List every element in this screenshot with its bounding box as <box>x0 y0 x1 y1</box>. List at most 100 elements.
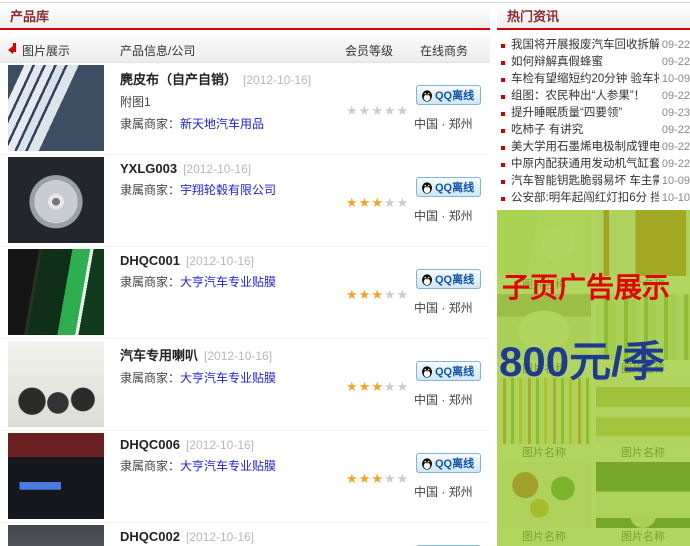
news-date: 10-09 <box>659 173 690 190</box>
hot-news-panel: 热门资讯 我国将开展报废汽车回收拆解09-22 如何辩解真假蜂蜜09-22 车检… <box>497 6 690 212</box>
ad-zone: 图片名称 图片名称 图片名称 图片名称 图片名称 图片名称 图片名称 图片名称 … <box>497 210 690 546</box>
qq-penguin-icon <box>421 365 433 378</box>
product-date: [2012-10-16] <box>183 162 251 176</box>
news-link[interactable]: 吃柿子 有讲究 <box>511 122 659 139</box>
merchant-label: 隶属商家： <box>120 117 180 131</box>
table-row: 麂皮布（自产自销）[2012-10-16] 附图1 隶属商家：新天地汽车用品 ★… <box>0 63 490 155</box>
product-info: 麂皮布（自产自销）[2012-10-16] 附图1 隶属商家：新天地汽车用品 <box>120 69 340 132</box>
qq-contact-button[interactable]: QQ离线 <box>416 85 481 105</box>
list-item: 美大学用石墨烯电极制成锂电09-22 <box>497 139 690 156</box>
qq-contact-button[interactable]: QQ离线 <box>416 361 481 381</box>
product-photo[interactable] <box>8 157 104 243</box>
merchant-link[interactable]: 大亨汽车专业贴膜 <box>180 459 276 473</box>
news-link[interactable]: 组图：农民种出“人参果”！ <box>511 88 659 105</box>
bullet-icon <box>501 112 505 116</box>
qq-penguin-icon <box>421 273 433 286</box>
product-photo[interactable] <box>8 65 104 151</box>
qq-contact-button[interactable]: QQ离线 <box>416 453 481 473</box>
list-item: 如何辩解真假蜂蜜09-22 <box>497 54 690 71</box>
list-item: 提升睡眠质量“四要领”09-23 <box>497 105 690 122</box>
qq-status-label: QQ离线 <box>435 455 474 471</box>
qq-penguin-icon <box>421 457 433 470</box>
column-info: 产品信息/公司 <box>120 42 195 59</box>
ad-price: 800元/季 <box>499 328 665 389</box>
product-library-title: 产品库 <box>0 6 490 30</box>
news-date: 10-09 <box>659 71 690 88</box>
merchant-label: 隶属商家： <box>120 275 180 289</box>
product-date: [2012-10-16] <box>243 73 311 87</box>
product-location: 中国 · 郑州 <box>414 391 473 408</box>
bullet-icon <box>501 78 505 82</box>
news-date: 09-22 <box>659 122 690 139</box>
product-title[interactable]: DHQC001 <box>120 253 180 268</box>
qq-contact-button[interactable]: QQ离线 <box>416 177 481 197</box>
member-level-stars: ★★★★★ <box>346 287 409 303</box>
product-title[interactable]: 汽车专用喇叭 <box>120 348 198 363</box>
news-link[interactable]: 如何辩解真假蜂蜜 <box>511 54 659 71</box>
news-link[interactable]: 我国将开展报废汽车回收拆解 <box>511 37 659 54</box>
product-title[interactable]: 麂皮布（自产自销） <box>120 72 237 87</box>
product-info: 汽车专用喇叭[2012-10-16] 隶属商家：大亨汽车专业贴膜 <box>120 345 340 386</box>
product-photo[interactable] <box>8 525 104 546</box>
merchant-link[interactable]: 大亨汽车专业贴膜 <box>180 371 276 385</box>
merchant-label: 隶属商家： <box>120 371 180 385</box>
product-info: YXLG003 [2012-10-16] 隶属商家：宇翔轮毂有限公司 <box>120 161 340 198</box>
list-item: 公安部:明年起闯红灯扣6分 挡10-10 <box>497 190 690 207</box>
bullet-icon <box>501 163 505 167</box>
news-date: 09-22 <box>659 54 690 71</box>
product-location: 中国 · 郑州 <box>414 115 473 132</box>
bullet-icon <box>501 146 505 150</box>
list-item: 汽车智能钥匙脆弱易坏 车主需10-09 <box>497 173 690 190</box>
image-display-icon <box>8 43 18 54</box>
table-row: DHQC001[2012-10-16] 隶属商家：大亨汽车专业贴膜 ★★★★★ … <box>0 247 490 339</box>
merchant-link[interactable]: 新天地汽车用品 <box>180 117 264 131</box>
news-link[interactable]: 中原内配获通用发动机气缸套 <box>511 156 659 173</box>
table-header: 图片展示 产品信息/公司 会员等级 在线商务 <box>0 36 490 63</box>
news-date: 09-22 <box>659 37 690 54</box>
product-library-panel: 产品库 图片展示 产品信息/公司 会员等级 在线商务 麂皮布（自产自销） [201… <box>0 6 490 546</box>
table-row: DHQC006[2012-10-16] 隶属商家：大亨汽车专业贴膜 ★★★★★ … <box>0 431 490 523</box>
news-date: 09-22 <box>659 88 690 105</box>
bullet-icon <box>501 180 505 184</box>
ad-slogan: 子页广告展示 <box>502 266 670 306</box>
news-link[interactable]: 公安部:明年起闯红灯扣6分 挡 <box>511 190 659 207</box>
product-date: [2012-10-16] <box>186 530 254 544</box>
list-item: 中原内配获通用发动机气缸套09-22 <box>497 156 690 173</box>
product-photo[interactable] <box>8 433 104 519</box>
news-link[interactable]: 汽车智能钥匙脆弱易坏 车主需 <box>511 173 659 190</box>
product-photo[interactable] <box>8 249 104 335</box>
bullet-icon <box>501 95 505 99</box>
product-title[interactable]: DHQC002 <box>120 529 180 544</box>
merchant-link[interactable]: 宇翔轮毂有限公司 <box>180 183 276 197</box>
news-link[interactable]: 车检有望缩短约20分钟 验车将 <box>511 71 659 88</box>
column-online-business: 在线商务 <box>420 42 468 59</box>
merchant-label: 隶属商家： <box>120 459 180 473</box>
ad-overlay: 子页广告展示 800元/季 <box>497 210 690 546</box>
qq-contact-button[interactable]: QQ离线 <box>416 269 481 289</box>
table-row: DHQC002[2012-10-16] 隶属商家：大亨汽车专业贴膜 ★★★★★ … <box>0 523 490 546</box>
merchant-link[interactable]: 大亨汽车专业贴膜 <box>180 275 276 289</box>
member-level-stars: ★★★★★ <box>346 379 409 395</box>
page: 产品库 图片展示 产品信息/公司 会员等级 在线商务 麂皮布（自产自销） [201… <box>0 0 690 546</box>
news-link[interactable]: 提升睡眠质量“四要领” <box>511 105 659 122</box>
list-item: 我国将开展报废汽车回收拆解09-22 <box>497 37 690 54</box>
news-date: 09-23 <box>659 105 690 122</box>
product-date: [2012-10-16] <box>186 254 254 268</box>
top-divider <box>0 2 690 3</box>
product-title[interactable]: DHQC006 <box>120 437 180 452</box>
table-row: 汽车专用喇叭[2012-10-16] 隶属商家：大亨汽车专业贴膜 ★★★★★ Q… <box>0 339 490 431</box>
table-row: YXLG003[2012-10-16] 隶属商家：宇翔轮毂有限公司 ★★★★★ … <box>0 155 490 247</box>
bullet-icon <box>501 44 505 48</box>
product-location: 中国 · 郑州 <box>414 207 473 224</box>
qq-status-label: QQ离线 <box>435 271 474 287</box>
product-title[interactable]: YXLG003 <box>120 161 177 176</box>
news-link[interactable]: 美大学用石墨烯电极制成锂电 <box>511 139 659 156</box>
bullet-icon <box>501 129 505 133</box>
news-date: 09-22 <box>659 156 690 173</box>
qq-status-label: QQ离线 <box>435 87 474 103</box>
qq-status-label: QQ离线 <box>435 179 474 195</box>
merchant-label: 隶属商家： <box>120 183 180 197</box>
product-rows: 麂皮布（自产自销）[2012-10-16] 附图1 隶属商家：新天地汽车用品 ★… <box>0 63 490 546</box>
qq-penguin-icon <box>421 181 433 194</box>
product-photo[interactable] <box>8 341 104 427</box>
